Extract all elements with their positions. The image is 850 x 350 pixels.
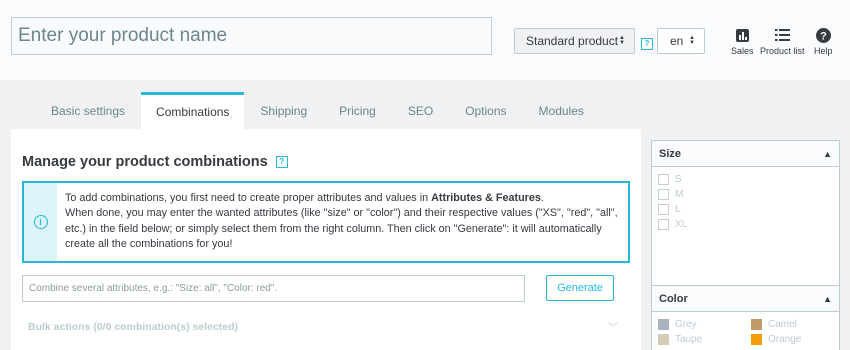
alert-line1-post: . (540, 192, 544, 204)
checkbox[interactable] (658, 174, 669, 185)
color-options: Grey Camel Taupe Orange (652, 312, 839, 350)
language-value: en (670, 34, 684, 48)
product-list-button[interactable]: Product list (760, 27, 805, 56)
sales-label: Sales (731, 46, 754, 56)
color-filter: Color ▲ Grey Camel Taupe Orange (651, 285, 840, 350)
svg-text:?: ? (820, 30, 827, 42)
alert-text: To add combinations, you first need to c… (65, 191, 625, 252)
size-option-label: L (675, 204, 681, 215)
chevron-up-icon[interactable]: ▲ (823, 149, 832, 159)
sort-arrows-icon: ▲ ▼ (619, 35, 625, 46)
combinations-help-icon[interactable]: ? (275, 156, 288, 168)
color-option-orange[interactable]: Orange (751, 332, 801, 347)
color-option-label: Orange (768, 334, 802, 345)
product-header: Standard product ▲▼ ? en ▲▼ Sales Produc… (0, 0, 850, 80)
checkbox[interactable] (658, 189, 669, 200)
product-list-label: Product list (760, 46, 805, 56)
color-option-label: Grey (675, 319, 697, 330)
tab-basic-settings[interactable]: Basic settings (35, 92, 141, 129)
size-option-xl[interactable]: XL (658, 217, 839, 232)
chevron-up-icon[interactable]: ▲ (823, 294, 832, 304)
size-option-label: XL (675, 219, 688, 230)
combinations-panel: Manage your product combinations ? i To … (11, 129, 641, 350)
size-option-s[interactable]: S (658, 172, 839, 187)
alert-line1-pre: To add combinations, you first need to c… (65, 192, 432, 204)
sort-arrows-icon: ▲ ▼ (689, 35, 695, 46)
bulk-actions-toggle[interactable]: Bulk actions (0/0 combination(s) selecte… (28, 321, 238, 333)
product-name-input[interactable] (11, 17, 492, 55)
tab-options[interactable]: Options (449, 92, 522, 129)
checkbox[interactable] (658, 219, 669, 230)
tab-shipping[interactable]: Shipping (244, 92, 323, 129)
help-button[interactable]: ? Help (814, 27, 833, 56)
list-icon (774, 27, 790, 43)
size-option-l[interactable]: L (658, 202, 839, 217)
size-option-label: M (675, 189, 684, 200)
alert-icon-strip: i (24, 183, 57, 261)
checkbox[interactable] (658, 204, 669, 215)
size-filter-header[interactable]: Size ▲ (652, 141, 839, 167)
tab-pricing[interactable]: Pricing (323, 92, 392, 129)
size-filter-title: Size (659, 147, 682, 160)
generate-button[interactable]: Generate (546, 275, 614, 301)
color-swatch[interactable] (751, 334, 762, 345)
color-option-camel[interactable]: Camel (751, 317, 797, 332)
size-filter: Size ▲ S M L XL (651, 140, 840, 290)
bar-chart-icon (735, 27, 749, 43)
page-title: Manage your product combinations ? (22, 154, 288, 170)
color-filter-title: Color (659, 292, 688, 305)
tab-seo[interactable]: SEO (392, 92, 449, 129)
product-type-help-icon[interactable]: ? (641, 38, 653, 50)
size-option-label: S (675, 174, 682, 185)
info-alert: i To add combinations, you first need to… (22, 181, 630, 263)
color-swatch[interactable] (658, 334, 669, 345)
info-icon: i (33, 215, 48, 229)
product-tabs: Basic settings Combinations Shipping Pri… (35, 92, 600, 129)
help-icon: ? (815, 27, 831, 43)
combine-attributes-input[interactable] (22, 275, 525, 302)
sales-button[interactable]: Sales (731, 27, 754, 56)
color-option-label: Camel (768, 319, 797, 330)
color-swatch[interactable] (658, 319, 669, 330)
product-type-value: Standard product (526, 34, 619, 48)
size-options: S M L XL (652, 167, 839, 232)
tab-modules[interactable]: Modules (523, 92, 600, 129)
color-option-label: Taupe (675, 334, 703, 345)
color-option-taupe[interactable]: Taupe (658, 332, 702, 347)
color-swatch[interactable] (751, 319, 762, 330)
color-option-grey[interactable]: Grey (658, 317, 697, 332)
chevron-down-icon[interactable]: ﹀ (608, 319, 618, 334)
attributes-features-link[interactable]: Attributes & Features (431, 192, 541, 204)
color-filter-header[interactable]: Color ▲ (652, 286, 839, 312)
tab-combinations[interactable]: Combinations (141, 92, 245, 129)
help-label: Help (814, 46, 833, 56)
alert-body: When done, you may enter the wanted attr… (65, 207, 618, 250)
language-select[interactable]: en ▲ ▼ (657, 28, 705, 54)
size-option-m[interactable]: M (658, 187, 839, 202)
page-title-text: Manage your product combinations (22, 154, 268, 170)
product-type-select[interactable]: Standard product ▲ ▼ (514, 28, 635, 54)
